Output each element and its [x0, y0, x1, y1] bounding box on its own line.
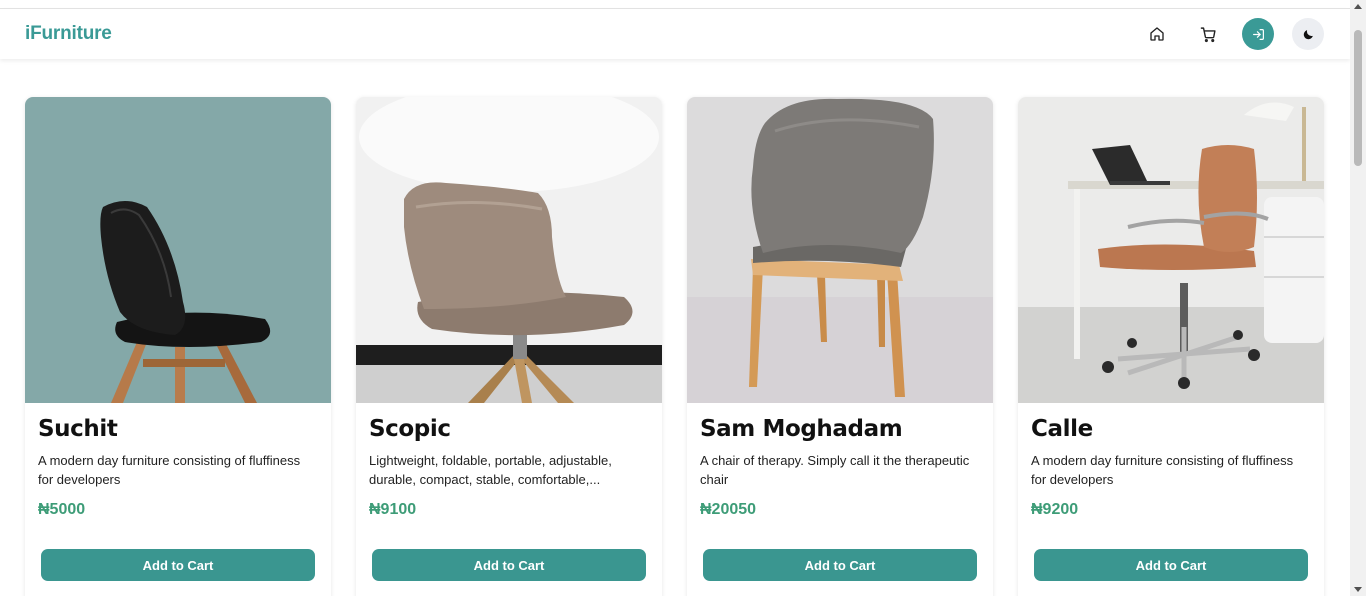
- product-price: ₦9100: [369, 501, 417, 518]
- theme-toggle-button[interactable]: [1292, 18, 1324, 50]
- add-to-cart-button[interactable]: Add to Cart: [41, 549, 315, 581]
- navbar: iFurniture: [0, 9, 1350, 59]
- product-image[interactable]: [25, 97, 331, 403]
- add-to-cart-button[interactable]: Add to Cart: [703, 549, 977, 581]
- product-title: Scopic: [369, 416, 451, 442]
- product-image[interactable]: [356, 97, 662, 403]
- cart-icon: [1200, 26, 1216, 42]
- product-price: ₦5000: [38, 501, 86, 518]
- product-info: Scopic Lightweight, foldable, portable, …: [356, 403, 662, 519]
- product-image[interactable]: [687, 97, 993, 403]
- scrollbar-thumb[interactable]: [1354, 30, 1362, 166]
- product-card[interactable]: Suchit A modern day furniture consisting…: [25, 97, 331, 596]
- product-grid: Suchit A modern day furniture consisting…: [25, 97, 1324, 596]
- product-info: Sam Moghadam A chair of therapy. Simply …: [687, 403, 993, 519]
- product-description: A chair of therapy. Simply call it the t…: [700, 453, 970, 487]
- product-price: ₦9200: [1031, 501, 1079, 518]
- product-title: Calle: [1031, 416, 1093, 442]
- home-button[interactable]: [1141, 18, 1173, 50]
- brand-logo[interactable]: iFurniture: [25, 23, 112, 45]
- product-info: Suchit A modern day furniture consisting…: [25, 403, 331, 519]
- product-card[interactable]: Scopic Lightweight, foldable, portable, …: [356, 97, 662, 596]
- product-description: Lightweight, foldable, portable, adjusta…: [369, 453, 612, 487]
- product-description: A modern day furniture consisting of flu…: [1031, 453, 1294, 487]
- product-image[interactable]: [1018, 97, 1324, 403]
- product-title: Suchit: [38, 416, 118, 442]
- product-card[interactable]: Calle A modern day furniture consisting …: [1018, 97, 1324, 596]
- scroll-up-arrow-icon[interactable]: [1354, 4, 1362, 9]
- add-to-cart-button[interactable]: Add to Cart: [1034, 549, 1308, 581]
- product-description: A modern day furniture consisting of flu…: [38, 453, 301, 487]
- page-scrollbar[interactable]: [1350, 0, 1366, 596]
- product-card[interactable]: Sam Moghadam A chair of therapy. Simply …: [687, 97, 993, 596]
- product-info: Calle A modern day furniture consisting …: [1018, 403, 1324, 519]
- scroll-down-arrow-icon[interactable]: [1354, 587, 1362, 592]
- add-to-cart-button[interactable]: Add to Cart: [372, 549, 646, 581]
- moon-icon: [1303, 29, 1313, 39]
- product-price: ₦20050: [700, 501, 757, 518]
- home-icon: [1150, 27, 1164, 41]
- nav-actions: [1141, 18, 1324, 50]
- login-button[interactable]: [1242, 18, 1274, 50]
- cart-button[interactable]: [1192, 18, 1224, 50]
- product-title: Sam Moghadam: [700, 416, 903, 442]
- login-icon: [1252, 28, 1264, 40]
